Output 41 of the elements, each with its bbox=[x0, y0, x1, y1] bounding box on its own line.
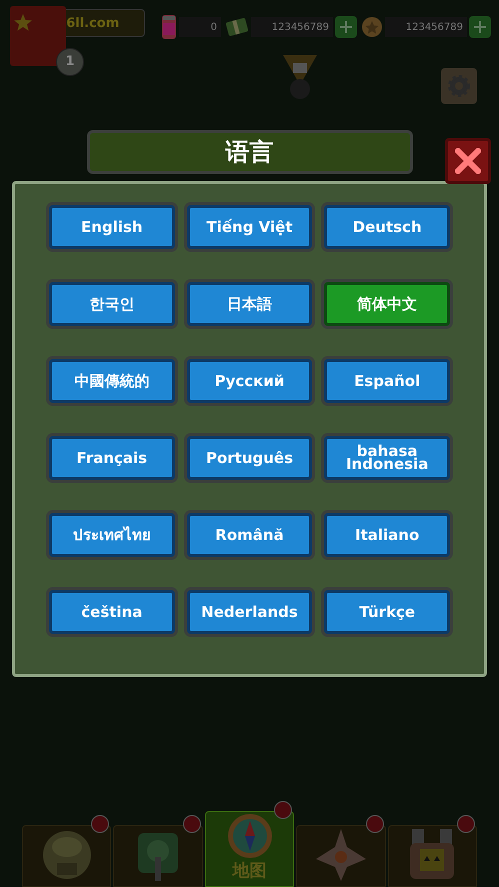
close-icon bbox=[455, 148, 481, 174]
language-button[interactable]: Română bbox=[186, 513, 312, 557]
currency-amount: 123456789 bbox=[251, 17, 333, 37]
language-button[interactable]: Português bbox=[186, 436, 312, 480]
player-name: 6ll.com bbox=[66, 16, 120, 31]
language-button[interactable]: Français bbox=[49, 436, 175, 480]
language-button[interactable]: Türkçe bbox=[324, 590, 450, 634]
language-button[interactable]: čeština bbox=[49, 590, 175, 634]
compass-icon bbox=[226, 812, 273, 858]
language-button[interactable]: bahasa Indonesia bbox=[324, 436, 450, 480]
language-button[interactable]: Русский bbox=[186, 359, 312, 403]
language-button[interactable]: 中國傳統的 bbox=[49, 359, 175, 403]
close-button[interactable] bbox=[445, 138, 491, 184]
plus-icon bbox=[340, 21, 352, 33]
spaceship-icon bbox=[314, 827, 368, 883]
language-button[interactable]: Deutsch bbox=[324, 205, 450, 249]
language-button[interactable]: Tiếng Việt bbox=[186, 205, 312, 249]
language-button[interactable]: Español bbox=[324, 359, 450, 403]
canister-icon bbox=[161, 14, 177, 40]
nav-tab[interactable] bbox=[388, 825, 478, 887]
settings-button[interactable] bbox=[441, 68, 477, 104]
language-button[interactable]: Italiano bbox=[324, 513, 450, 557]
dialog-title: 语言 bbox=[226, 137, 274, 168]
nav-tab[interactable] bbox=[22, 825, 112, 887]
star-coin-icon bbox=[361, 16, 383, 38]
level-badge: 1 bbox=[56, 48, 84, 76]
language-button[interactable]: Nederlands bbox=[186, 590, 312, 634]
add-button[interactable] bbox=[469, 16, 491, 38]
currency-amount: 0 bbox=[179, 17, 221, 37]
banknote-stack-icon bbox=[225, 15, 249, 39]
language-button[interactable]: English bbox=[49, 205, 175, 249]
language-button[interactable]: 한국인 bbox=[49, 282, 175, 326]
language-button[interactable]: 日本語 bbox=[186, 282, 312, 326]
flag-avatar[interactable] bbox=[10, 6, 66, 66]
nav-tab[interactable] bbox=[296, 825, 386, 887]
add-button[interactable] bbox=[335, 16, 357, 38]
currency-amount: 123456789 bbox=[385, 17, 467, 37]
plus-icon bbox=[474, 21, 486, 33]
language-button[interactable]: ประเทศไทย bbox=[49, 513, 175, 557]
nav-tab[interactable] bbox=[113, 825, 203, 887]
language-button[interactable]: 简体中文 bbox=[324, 282, 450, 326]
